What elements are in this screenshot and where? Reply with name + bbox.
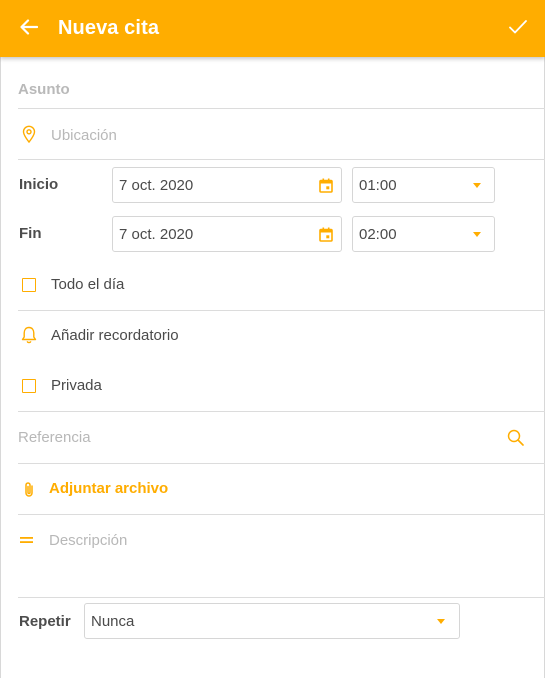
location-pin-icon	[21, 125, 37, 143]
divider	[18, 463, 545, 464]
description-input[interactable]	[49, 529, 519, 551]
end-time-select[interactable]: 02:00	[352, 216, 495, 252]
check-icon	[509, 19, 527, 39]
repeat-select[interactable]: Nunca	[84, 603, 460, 639]
divider	[18, 514, 545, 515]
start-label: Inicio	[19, 176, 59, 193]
all-day-label[interactable]: Todo el día	[51, 276, 124, 293]
location-input[interactable]	[51, 124, 521, 146]
divider	[18, 108, 545, 109]
search-icon[interactable]	[506, 428, 524, 446]
calendar-icon[interactable]	[319, 178, 333, 198]
chevron-down-icon	[437, 619, 445, 624]
chevron-down-icon	[473, 183, 481, 188]
divider	[18, 159, 545, 160]
end-time-value: 02:00	[359, 226, 397, 243]
all-day-checkbox[interactable]	[22, 278, 36, 292]
arrow-left-icon	[20, 18, 39, 40]
divider	[18, 597, 545, 598]
paperclip-icon	[22, 480, 36, 498]
add-reminder-button[interactable]: Añadir recordatorio	[51, 327, 179, 344]
confirm-button[interactable]	[503, 14, 533, 44]
chevron-down-icon	[473, 232, 481, 237]
private-label[interactable]: Privada	[51, 377, 102, 394]
calendar-icon[interactable]	[319, 227, 333, 247]
app-bar: Nueva cita	[0, 0, 545, 57]
attach-file-button[interactable]: Adjuntar archivo	[49, 480, 168, 497]
end-label: Fin	[19, 225, 42, 242]
end-date-value: 7 oct. 2020	[119, 226, 194, 243]
start-time-select[interactable]: 01:00	[352, 167, 495, 203]
bell-icon	[20, 326, 38, 344]
page-title: Nueva cita	[58, 17, 160, 39]
start-date-value: 7 oct. 2020	[119, 177, 194, 194]
start-time-value: 01:00	[359, 177, 397, 194]
description-lines-icon	[19, 535, 33, 545]
reference-input[interactable]	[18, 426, 498, 448]
private-checkbox[interactable]	[22, 379, 36, 393]
subject-input[interactable]	[18, 78, 518, 100]
repeat-value: Nunca	[91, 613, 135, 630]
divider	[18, 310, 545, 311]
back-button[interactable]	[14, 14, 44, 44]
repeat-label: Repetir	[19, 613, 71, 630]
end-date-field[interactable]: 7 oct. 2020	[112, 216, 342, 252]
start-date-field[interactable]: 7 oct. 2020	[112, 167, 342, 203]
divider	[18, 411, 545, 412]
